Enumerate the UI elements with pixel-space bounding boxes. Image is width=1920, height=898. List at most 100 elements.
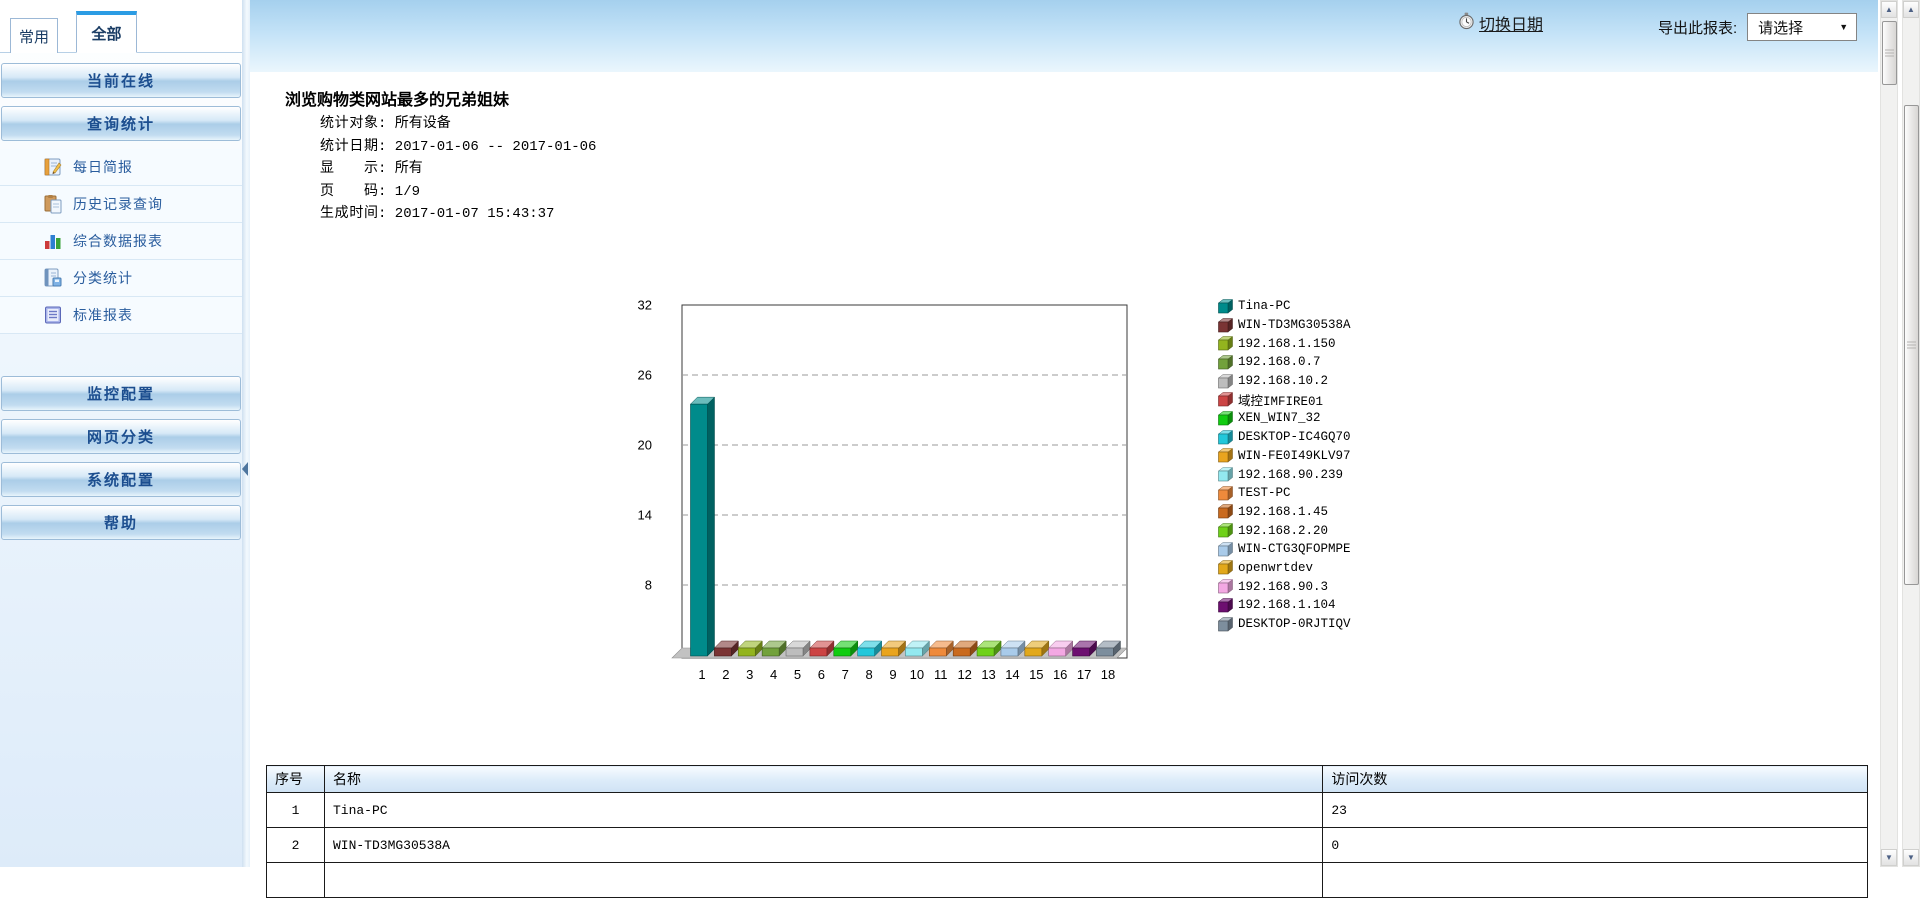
table-header: 序号名称访问次数 — [267, 766, 1868, 793]
legend-label: 192.168.90.239 — [1238, 468, 1343, 482]
legend-color-swatch — [1218, 523, 1233, 538]
legend-color-swatch — [1218, 336, 1233, 351]
sidebar-item[interactable]: 综合数据报表 — [0, 223, 242, 260]
legend-label: 192.168.1.45 — [1238, 505, 1328, 519]
table-cell: 0 — [1323, 828, 1868, 863]
inner-scrollbar[interactable]: ▲ ▼ — [1880, 0, 1898, 867]
tab-all[interactable]: 全部 — [76, 11, 137, 53]
sidebar-item[interactable]: 分类统计 — [0, 260, 242, 297]
legend-label: Tina-PC — [1238, 299, 1291, 313]
legend-color-swatch — [1218, 542, 1233, 557]
content-area: 切换日期 导出此报表: 请选择 ▼ 浏览购物类网站最多的兄弟姐妹 统计对象: 所… — [250, 0, 1878, 867]
table-cell — [1323, 863, 1868, 898]
legend-color-swatch — [1218, 355, 1233, 370]
legend-entry: Tina-PC — [1218, 297, 1351, 316]
history-query-icon — [42, 193, 64, 215]
legend-entry: WIN-TD3MG30538A — [1218, 316, 1351, 335]
x-axis-tick-label: 16 — [1053, 667, 1067, 682]
legend-label: 192.168.1.150 — [1238, 337, 1336, 351]
legend-entry: 192.168.2.20 — [1218, 521, 1351, 540]
outer-scrollbar-thumb[interactable] — [1904, 105, 1919, 585]
legend-label: 192.168.0.7 — [1238, 355, 1321, 369]
legend-color-swatch — [1218, 579, 1233, 594]
legend-color-swatch — [1218, 598, 1233, 613]
sidebar-section-button[interactable]: 当前在线 — [1, 63, 241, 98]
legend-color-swatch — [1218, 504, 1233, 519]
switch-date-label[interactable]: 切换日期 — [1479, 11, 1543, 35]
legend-entry: TEST-PC — [1218, 484, 1351, 503]
inner-scrollbar-thumb[interactable] — [1882, 21, 1897, 85]
x-axis-tick-label: 18 — [1101, 667, 1115, 682]
sidebar-collapse-icon[interactable] — [242, 462, 248, 476]
y-axis-tick-label: 32 — [638, 298, 652, 313]
legend-color-swatch — [1218, 617, 1233, 632]
tab-common[interactable]: 常用 — [10, 18, 58, 53]
legend-color-swatch — [1218, 486, 1233, 501]
x-axis-tick-label: 13 — [981, 667, 995, 682]
chart-legend: Tina-PC WIN-TD3MG30538A 192.168.1.150 192.1… — [1218, 297, 1351, 633]
sidebar-section-button[interactable]: 系统配置 — [1, 462, 241, 497]
outer-scrollbar[interactable]: ▲ ▼ — [1902, 0, 1920, 867]
sidebar-section-button[interactable]: 网页分类 — [1, 419, 241, 454]
x-axis-tick-label: 2 — [722, 667, 729, 682]
x-axis-tick-label: 14 — [1005, 667, 1019, 682]
legend-color-swatch — [1218, 467, 1233, 482]
sidebar-item-label: 分类统计 — [73, 268, 133, 288]
table-row: 2WIN-TD3MG30538A0 — [267, 828, 1868, 863]
table-cell: 1 — [267, 793, 325, 828]
x-axis-tick-label: 9 — [889, 667, 896, 682]
legend-label: WIN-FE0I49KLV97 — [1238, 449, 1351, 463]
report-meta: 统计对象: 所有设备统计日期: 2017-01-06 -- 2017-01-06… — [320, 113, 596, 226]
sidebar-section-button[interactable]: 帮助 — [1, 505, 241, 540]
sidebar: 常用 全部 当前在线查询统计每日简报历史记录查询综合数据报表分类统计标准报表监控… — [0, 0, 242, 867]
legend-color-swatch — [1218, 392, 1233, 407]
scroll-up-icon[interactable]: ▲ — [1881, 1, 1897, 18]
legend-color-swatch — [1218, 411, 1233, 426]
switch-date-link[interactable]: 切换日期 — [1458, 11, 1543, 35]
legend-entry: XEN_WIN7_32 — [1218, 409, 1351, 428]
table-cell — [267, 863, 325, 898]
x-axis-tick-label: 15 — [1029, 667, 1043, 682]
sidebar-section-button[interactable]: 查询统计 — [1, 106, 241, 141]
scroll-down-icon[interactable]: ▼ — [1881, 849, 1897, 866]
report-meta-line: 生成时间: 2017-01-07 15:43:37 — [320, 203, 596, 226]
y-axis-tick-label: 20 — [638, 438, 652, 453]
page-title: 浏览购物类网站最多的兄弟姐妹 — [285, 86, 509, 110]
x-axis-tick-label: 1 — [698, 667, 705, 682]
table-row: 1Tina-PC23 — [267, 793, 1868, 828]
sidebar-item[interactable]: 每日简报 — [0, 149, 242, 186]
export-report-select[interactable]: 请选择 ▼ — [1747, 13, 1857, 41]
x-axis-tick-label: 7 — [842, 667, 849, 682]
legend-entry: DESKTOP-IC4GQ70 — [1218, 428, 1351, 447]
x-axis-tick-label: 3 — [746, 667, 753, 682]
sidebar-item[interactable]: 标准报表 — [0, 297, 242, 334]
legend-label: DESKTOP-0RJTIQV — [1238, 617, 1351, 631]
scroll-down-icon[interactable]: ▼ — [1903, 849, 1919, 866]
legend-label: 域控IMFIRE01 — [1238, 390, 1323, 409]
sidebar-item-label: 每日简报 — [73, 157, 133, 177]
standard-report-icon — [42, 304, 64, 326]
legend-color-swatch — [1218, 448, 1233, 463]
legend-entry: 域控IMFIRE01 — [1218, 390, 1351, 409]
table-cell — [324, 863, 1322, 898]
scroll-up-icon[interactable]: ▲ — [1903, 1, 1919, 18]
bar-chart: 322620148123456789101112131415161718 — [630, 290, 1150, 700]
category-stats-icon — [42, 267, 64, 289]
legend-color-swatch — [1218, 318, 1233, 333]
legend-label: 192.168.90.3 — [1238, 580, 1328, 594]
sidebar-section-button[interactable]: 监控配置 — [1, 376, 241, 411]
legend-label: WIN-CTG3QFOPMPE — [1238, 542, 1351, 556]
x-axis-tick-label: 4 — [770, 667, 777, 682]
legend-entry: 192.168.1.45 — [1218, 503, 1351, 522]
legend-label: 192.168.10.2 — [1238, 374, 1328, 388]
table-body: 1Tina-PC232WIN-TD3MG30538A0 — [267, 793, 1868, 898]
y-axis-tick-label: 26 — [638, 368, 652, 383]
content-banner: 切换日期 导出此报表: 请选择 ▼ — [250, 0, 1878, 72]
legend-entry: 192.168.90.239 — [1218, 465, 1351, 484]
legend-label: 192.168.2.20 — [1238, 524, 1328, 538]
legend-entry: 192.168.90.3 — [1218, 577, 1351, 596]
sidebar-item[interactable]: 历史记录查询 — [0, 186, 242, 223]
report-meta-line: 统计对象: 所有设备 — [320, 113, 596, 136]
table-row-clipped — [267, 863, 1868, 898]
legend-label: openwrtdev — [1238, 561, 1313, 575]
